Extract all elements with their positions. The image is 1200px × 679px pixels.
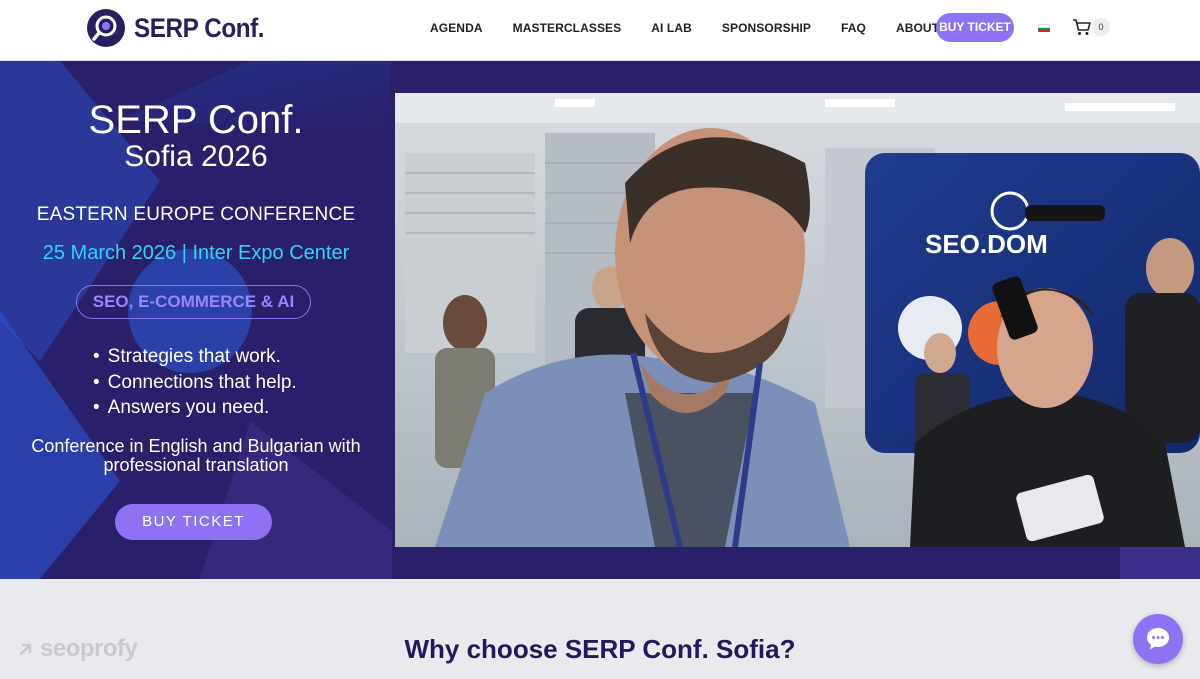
- shopping-cart-icon: [1073, 19, 1091, 35]
- hero-date-venue: 25 March 2026 | Inter Expo Center: [42, 242, 350, 264]
- hero-subtitle: Sofia 2026: [124, 140, 268, 173]
- hero-section: SERP Conf. Sofia 2026 EASTERN EUROPE CON…: [0, 61, 1200, 579]
- video-frame-image: SEO.DOM: [395, 93, 1200, 547]
- list-item: Connections that help.: [93, 370, 297, 396]
- language-note: Conference in English and Bulgarian with…: [31, 436, 361, 475]
- cart-count-badge: 0: [1092, 18, 1110, 36]
- main-nav: AGENDA MASTERCLASSES AI LAB SPONSORSHIP …: [430, 14, 989, 42]
- hero-video[interactable]: SEO.DOM: [395, 93, 1200, 547]
- section-title: Why choose SERP Conf. Sofia?: [404, 634, 796, 664]
- cart-button[interactable]: 0: [1072, 17, 1110, 39]
- hero-content: SERP Conf. Sofia 2026 EASTERN EUROPE CON…: [0, 61, 392, 579]
- nav-item-agenda[interactable]: AGENDA: [430, 21, 483, 35]
- logo-magnifier-icon: [87, 9, 125, 47]
- site-header: SERP Conf. AGENDA MASTERCLASSES AI LAB S…: [0, 0, 1200, 61]
- hero-title: SERP Conf.: [88, 98, 304, 142]
- benefits-list: Strategies that work. Connections that h…: [93, 344, 297, 421]
- booth-sign: SEO.DOM: [925, 229, 1048, 259]
- logo-text: SERP Conf.: [134, 12, 265, 43]
- chat-bubble-icon: [1147, 628, 1169, 650]
- list-item: Answers you need.: [93, 395, 297, 421]
- nav-item-ai-lab[interactable]: AI LAB: [651, 21, 692, 35]
- chat-button[interactable]: [1133, 614, 1183, 664]
- nav-item-faq[interactable]: FAQ: [841, 21, 866, 35]
- list-item: Strategies that work.: [93, 344, 297, 370]
- topics-pill: SEO, E-COMMERCE & AI: [76, 285, 311, 319]
- nav-item-sponsorship[interactable]: SPONSORSHIP: [722, 21, 811, 35]
- hero-eyebrow: EASTERN EUROPE CONFERENCE: [36, 204, 356, 225]
- bulgaria-flag-icon[interactable]: [1038, 24, 1050, 32]
- hero-buy-ticket-button[interactable]: BUY TICKET: [115, 504, 272, 540]
- why-choose-section: seoprofy Why choose SERP Conf. Sofia?: [0, 579, 1200, 679]
- site-logo[interactable]: SERP Conf.: [86, 8, 279, 48]
- header-buy-ticket-button[interactable]: BUY TICKET: [936, 13, 1014, 42]
- nav-item-masterclasses[interactable]: MASTERCLASSES: [513, 21, 622, 35]
